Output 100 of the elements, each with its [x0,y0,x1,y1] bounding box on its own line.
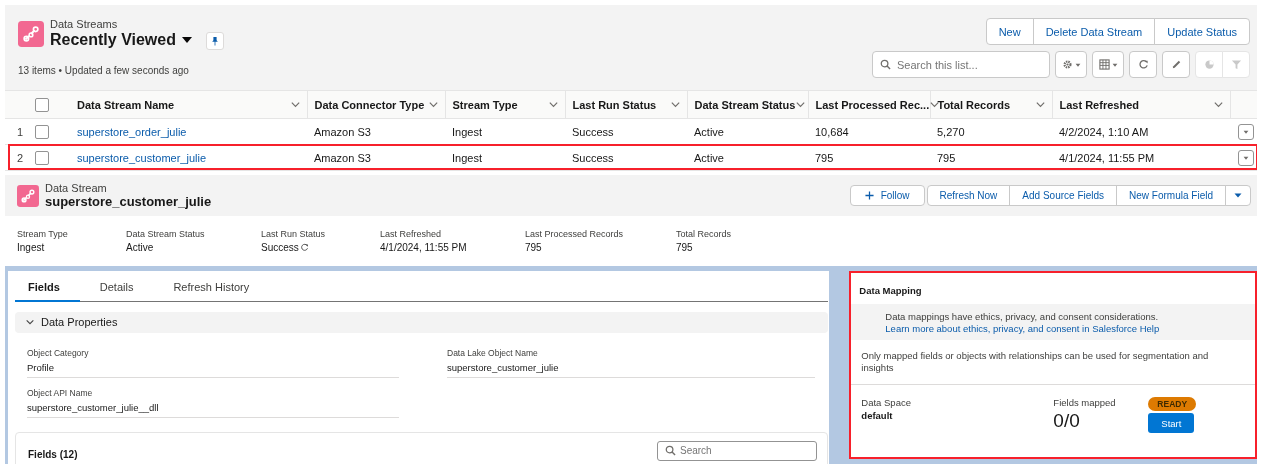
filter-icon [1230,59,1242,70]
card-title: Fields (12) [28,447,78,462]
column-header[interactable]: Stream Type [452,98,518,111]
field-label: Object API Name [27,387,94,398]
pencil-icon [1170,59,1182,70]
tab[interactable]: Fields [15,271,80,302]
field-label: Data Lake Object Name [447,347,539,358]
chevron-down-icon [1212,99,1224,110]
field-value: Active [126,242,154,253]
help-link[interactable]: Learn more about ethics, privacy, and consent in Salesforce Help [885,323,1160,334]
table-cell: Success [572,125,614,138]
field-label: Object Category [27,347,90,358]
field-label: Last Processed Records [525,229,625,239]
tab[interactable]: Refresh History [153,271,270,302]
filter-button[interactable] [1222,51,1250,78]
settings-icon [1061,59,1073,70]
mapped-count: 0/0 [1053,410,1081,432]
action-button[interactable]: New [985,18,1034,45]
table-icon [1098,59,1110,70]
chevron-down-icon [289,99,301,110]
field-value: Profile [27,361,55,373]
chart-button[interactable] [1195,51,1223,78]
search-field[interactable]: Search this list... [872,51,1050,78]
row-number: 1 [16,125,24,138]
display-button[interactable] [1092,51,1124,78]
row-action-button[interactable] [1238,123,1254,140]
column-header[interactable]: Last Run Status [572,98,657,111]
column-header[interactable]: Data Stream Name [77,98,175,111]
table-cell: Ingest [452,125,482,138]
action-button[interactable]: New Formula Field [1116,185,1226,206]
notice-text: Data mappings have ethics, privacy, and consent considerations. Learn more about ethics, privacy, and consent in Salesforce Help [885,311,1161,335]
list-status: 13 items • Updated a few seconds ago [18,65,190,76]
field-value: 795 [676,242,693,253]
action-button[interactable]: Update Status [1154,18,1250,45]
field-label: Total Records [676,229,732,239]
field-value: Ingest [17,242,45,253]
dropdown-icon[interactable] [182,35,192,45]
table-cell: Amazon S3 [314,151,371,164]
list-title: Recently Viewed [50,31,176,49]
info-text: Only mapped fields or objects with relationships can be used for segmentation and insights [851,340,1255,385]
column-header[interactable]: Last Refreshed [1059,98,1139,111]
column-header[interactable]: Total Records [937,98,1011,111]
field-label: Last Refreshed [380,229,443,239]
chevron-down-icon [669,99,681,110]
table-cell: 4/1/2024, 11:55 PM [1059,151,1155,164]
tab[interactable]: Details [79,271,154,302]
follow-button[interactable]: Follow [849,185,925,206]
chevron-down-icon [427,99,439,110]
table-cell: 795 [937,151,956,164]
pin-button[interactable] [206,32,224,50]
field-label: Last Run Status [261,229,327,239]
more-actions-button[interactable] [1225,185,1251,206]
checkbox[interactable] [35,150,49,165]
field-label: Data Space [861,397,912,408]
column-header[interactable]: Last Processed Rec... [815,98,930,111]
field-value: 4/1/2024, 11:55 PM [380,242,467,253]
table-cell: Ingest [452,151,482,164]
start-button[interactable]: Start [1148,413,1195,433]
caret-icon [1074,61,1081,68]
table-cell: 5,270 [937,125,965,138]
checkbox[interactable] [35,97,49,112]
object-label: Data Stream [45,182,108,194]
caret-icon [1111,61,1118,68]
chart-icon [1203,59,1215,70]
row-number: 2 [16,151,24,164]
stream-icon [17,184,39,207]
record-title: superstore_customer_julie [45,194,212,209]
settings-button[interactable] [1055,51,1087,78]
object-label: Data Streams [50,18,119,30]
action-button[interactable]: Refresh Now [926,185,1011,206]
action-button[interactable]: Add Source Fields [1009,185,1118,206]
search-icon [665,445,676,457]
row-action-button[interactable] [1238,149,1254,166]
field-value: default [861,410,894,421]
refresh-icon [1137,59,1149,70]
section-header[interactable]: Data Properties [15,312,828,333]
column-header[interactable]: Data Stream Status [694,98,796,111]
checkbox[interactable] [35,124,49,139]
table-cell: 795 [815,151,834,164]
record-link[interactable]: superstore_order_julie [77,125,187,138]
search-field[interactable]: Search [657,440,817,461]
table-cell: 4/2/2024, 1:10 AM [1059,125,1149,138]
action-button[interactable]: Delete Data Stream [1032,18,1156,45]
table-cell: Active [694,151,724,164]
field-label: Fields mapped [1053,397,1117,408]
caret-icon [1243,128,1249,135]
panel-title: Data Mapping [858,284,923,298]
refresh-button[interactable] [1129,51,1157,78]
table-cell: Active [694,125,724,138]
chevron-down-icon [795,99,807,110]
field-value: Success [261,242,299,253]
column-header[interactable]: Data Connector Type [314,98,425,111]
record-link[interactable]: superstore_customer_julie [77,151,206,164]
plus-icon [864,191,874,200]
edit-button[interactable] [1162,51,1190,78]
chevron-down-icon [547,99,559,110]
field-label: Stream Type [17,229,69,239]
field-value: superstore_customer_julie [447,361,560,373]
status-badge: READY [1148,397,1197,411]
field-value: superstore_customer_julie__dll [27,401,160,413]
